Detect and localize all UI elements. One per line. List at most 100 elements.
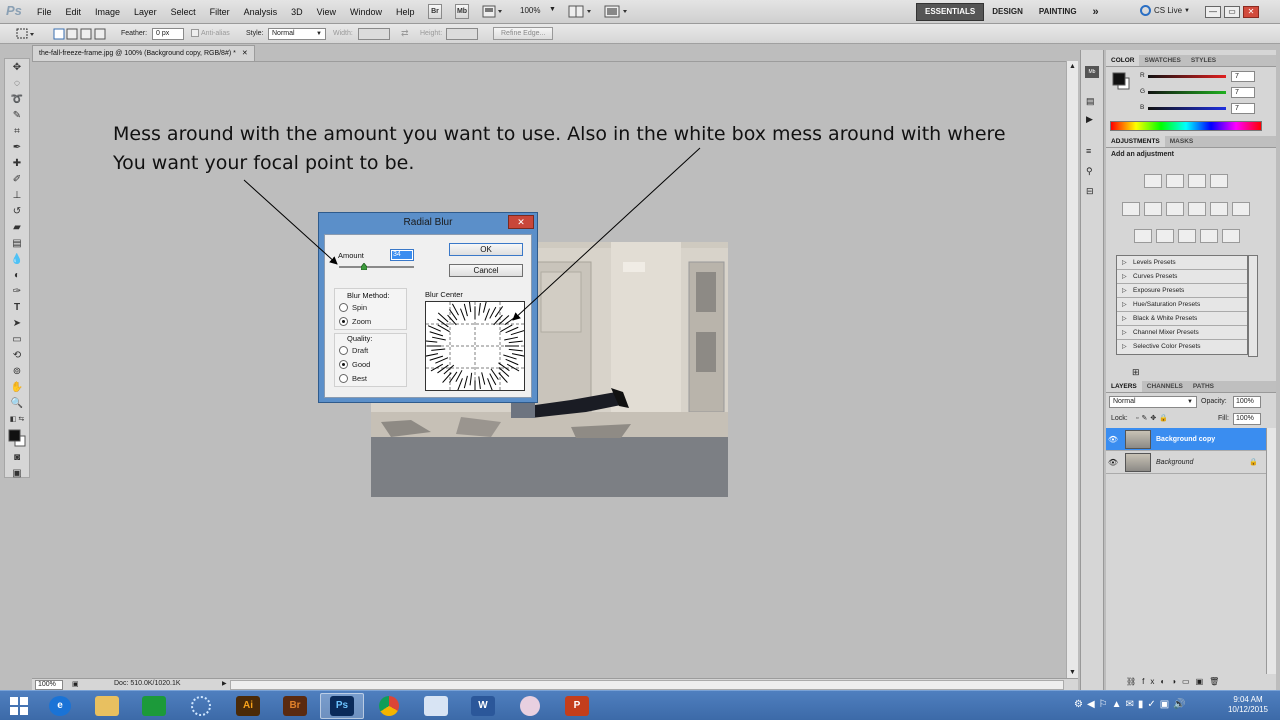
layers-scrollbar[interactable] bbox=[1266, 428, 1276, 674]
marquee-tool-preset-icon[interactable] bbox=[16, 28, 38, 40]
opacity-input[interactable]: 100% bbox=[1233, 396, 1261, 408]
tab-swatches[interactable]: SWATCHES bbox=[1139, 55, 1185, 66]
color-balance-icon[interactable] bbox=[1166, 202, 1184, 216]
photo-filter-icon[interactable] bbox=[1210, 202, 1228, 216]
taskbar-illustrator[interactable]: Ai bbox=[226, 693, 270, 719]
selective-color-icon[interactable] bbox=[1222, 229, 1240, 243]
taskbar-snipping-tool[interactable] bbox=[508, 693, 552, 719]
move-tool-icon[interactable]: ✥ bbox=[5, 59, 29, 75]
tab-styles[interactable]: STYLES bbox=[1186, 55, 1221, 66]
clone-source-icon[interactable]: ⚲ bbox=[1086, 166, 1093, 177]
preset-levels[interactable]: Levels Presets bbox=[1117, 256, 1247, 270]
lock-icons[interactable]: ▫✎✥🔒 bbox=[1136, 414, 1171, 422]
vibrance-icon[interactable] bbox=[1122, 202, 1140, 216]
restore-button[interactable]: ▭ bbox=[1224, 6, 1240, 18]
gradient-tool-icon[interactable]: ▤ bbox=[5, 235, 29, 251]
cs-live-button[interactable]: CS Live ▼ bbox=[1140, 5, 1190, 16]
history-brush-tool-icon[interactable]: ↺ bbox=[5, 203, 29, 219]
posterize-icon[interactable] bbox=[1156, 229, 1174, 243]
draft-radio[interactable] bbox=[339, 345, 348, 355]
clone-stamp-tool-icon[interactable]: ⊥ bbox=[5, 187, 29, 203]
blur-tool-icon[interactable]: 💧 bbox=[5, 251, 29, 267]
taskbar-photoshop[interactable]: Ps bbox=[320, 692, 364, 719]
3d-rotate-tool-icon[interactable]: ⟲ bbox=[5, 347, 29, 363]
presets-scrollbar[interactable] bbox=[1248, 255, 1258, 357]
tab-layers[interactable]: LAYERS bbox=[1106, 381, 1142, 392]
default-colors-icon[interactable]: ◧ ⇆ bbox=[5, 411, 29, 427]
zoom-level[interactable]: 100% bbox=[520, 6, 540, 15]
eraser-tool-icon[interactable]: ▰ bbox=[5, 219, 29, 235]
3d-orbit-tool-icon[interactable]: ⊚ bbox=[5, 363, 29, 379]
best-radio[interactable] bbox=[339, 373, 348, 383]
healing-brush-tool-icon[interactable]: ✚ bbox=[5, 155, 29, 171]
quick-select-tool-icon[interactable]: ✎ bbox=[5, 107, 29, 123]
tool-presets-icon[interactable]: ⊟ bbox=[1086, 186, 1094, 197]
clock[interactable]: 9:04 AM 10/12/2015 bbox=[1222, 695, 1274, 715]
adjustment-footer-icons[interactable]: ⊞ bbox=[1132, 367, 1140, 378]
menu-analysis[interactable]: Analysis bbox=[237, 0, 285, 24]
preset-hue-saturation[interactable]: Hue/Saturation Presets bbox=[1117, 298, 1247, 312]
windows-start-icon[interactable] bbox=[0, 691, 38, 720]
path-selection-tool-icon[interactable]: ➤ bbox=[5, 315, 29, 331]
channel-mixer-icon[interactable] bbox=[1232, 202, 1250, 216]
taskbar-store[interactable] bbox=[132, 693, 176, 719]
document-tab[interactable]: the-fall-freeze-frame.jpg @ 100% (Backgr… bbox=[32, 45, 255, 61]
history-panel-icon[interactable]: ▤ bbox=[1086, 96, 1095, 107]
refine-edge-button[interactable]: Refine Edge... bbox=[493, 27, 554, 40]
preset-curves[interactable]: Curves Presets bbox=[1117, 270, 1247, 284]
amount-input[interactable]: 34 bbox=[390, 249, 414, 261]
menu-view[interactable]: View bbox=[310, 0, 343, 24]
color-swatches[interactable] bbox=[5, 427, 29, 449]
status-zoom[interactable]: 100% bbox=[35, 680, 63, 690]
taskbar-internet-explorer[interactable]: e bbox=[38, 693, 82, 719]
layer-row-background[interactable]: 👁 Background 🔒 bbox=[1106, 451, 1266, 474]
ok-button[interactable]: OK bbox=[449, 243, 523, 256]
antialias-checkbox[interactable] bbox=[191, 29, 199, 37]
dodge-tool-icon[interactable]: ◐ bbox=[5, 267, 29, 283]
dialog-close-button[interactable]: ✕ bbox=[508, 215, 534, 229]
channel-g-value[interactable]: 7 bbox=[1231, 87, 1255, 98]
screen-mode-tool-icon[interactable]: ▣ bbox=[5, 465, 29, 481]
extras-icon[interactable] bbox=[482, 5, 504, 18]
fill-input[interactable]: 100% bbox=[1233, 413, 1261, 425]
zoom-radio[interactable] bbox=[339, 316, 348, 326]
brightness-contrast-icon[interactable] bbox=[1144, 174, 1162, 188]
hue-saturation-icon[interactable] bbox=[1144, 202, 1162, 216]
channel-b-slider[interactable] bbox=[1148, 107, 1226, 110]
minimize-button[interactable]: — bbox=[1205, 6, 1221, 18]
invert-icon[interactable] bbox=[1134, 229, 1152, 243]
blur-center-preview[interactable] bbox=[423, 299, 526, 393]
menu-edit[interactable]: Edit bbox=[59, 0, 89, 24]
close-app-button[interactable]: ✕ bbox=[1243, 6, 1259, 18]
tab-color[interactable]: COLOR bbox=[1106, 55, 1140, 66]
preset-selective-color[interactable]: Selective Color Presets bbox=[1117, 340, 1247, 354]
chevron-down-icon[interactable]: ▼ bbox=[549, 6, 556, 13]
system-tray-icons[interactable]: ⚙◀⚐▲✉▮✓▣🔊 bbox=[1074, 699, 1190, 710]
type-tool-icon[interactable]: T bbox=[5, 299, 29, 315]
spin-radio[interactable] bbox=[339, 302, 348, 312]
tab-masks[interactable]: MASKS bbox=[1165, 136, 1198, 147]
eye-icon[interactable]: 👁 bbox=[1106, 458, 1120, 467]
levels-icon[interactable] bbox=[1166, 174, 1184, 188]
exposure-icon[interactable] bbox=[1210, 174, 1228, 188]
black-white-icon[interactable] bbox=[1188, 202, 1206, 216]
brush-tool-icon[interactable]: ✐ bbox=[5, 171, 29, 187]
eyedropper-tool-icon[interactable]: ✒ bbox=[5, 139, 29, 155]
amount-slider-track[interactable] bbox=[339, 266, 414, 268]
menu-file[interactable]: File bbox=[30, 0, 59, 24]
taskbar-word[interactable]: W bbox=[461, 693, 505, 719]
gradient-map-icon[interactable] bbox=[1200, 229, 1218, 243]
taskbar-file-explorer[interactable] bbox=[85, 693, 129, 719]
tab-channels[interactable]: CHANNELS bbox=[1142, 381, 1188, 392]
bridge-button[interactable]: Br bbox=[428, 4, 442, 19]
scroll-down-icon[interactable]: ▼ bbox=[1069, 669, 1076, 676]
horizontal-scrollbar[interactable] bbox=[230, 680, 1064, 690]
taskbar-chrome[interactable] bbox=[367, 693, 411, 719]
tab-paths[interactable]: PATHS bbox=[1188, 381, 1219, 392]
layer-row-background-copy[interactable]: 👁 Background copy bbox=[1106, 428, 1266, 451]
status-info-icon[interactable]: ▣ bbox=[72, 680, 79, 688]
channel-r-value[interactable]: 7 bbox=[1231, 71, 1255, 82]
menu-window[interactable]: Window bbox=[343, 0, 389, 24]
status-arrow-icon[interactable]: ▶ bbox=[222, 680, 227, 687]
scroll-up-icon[interactable]: ▲ bbox=[1069, 63, 1076, 70]
